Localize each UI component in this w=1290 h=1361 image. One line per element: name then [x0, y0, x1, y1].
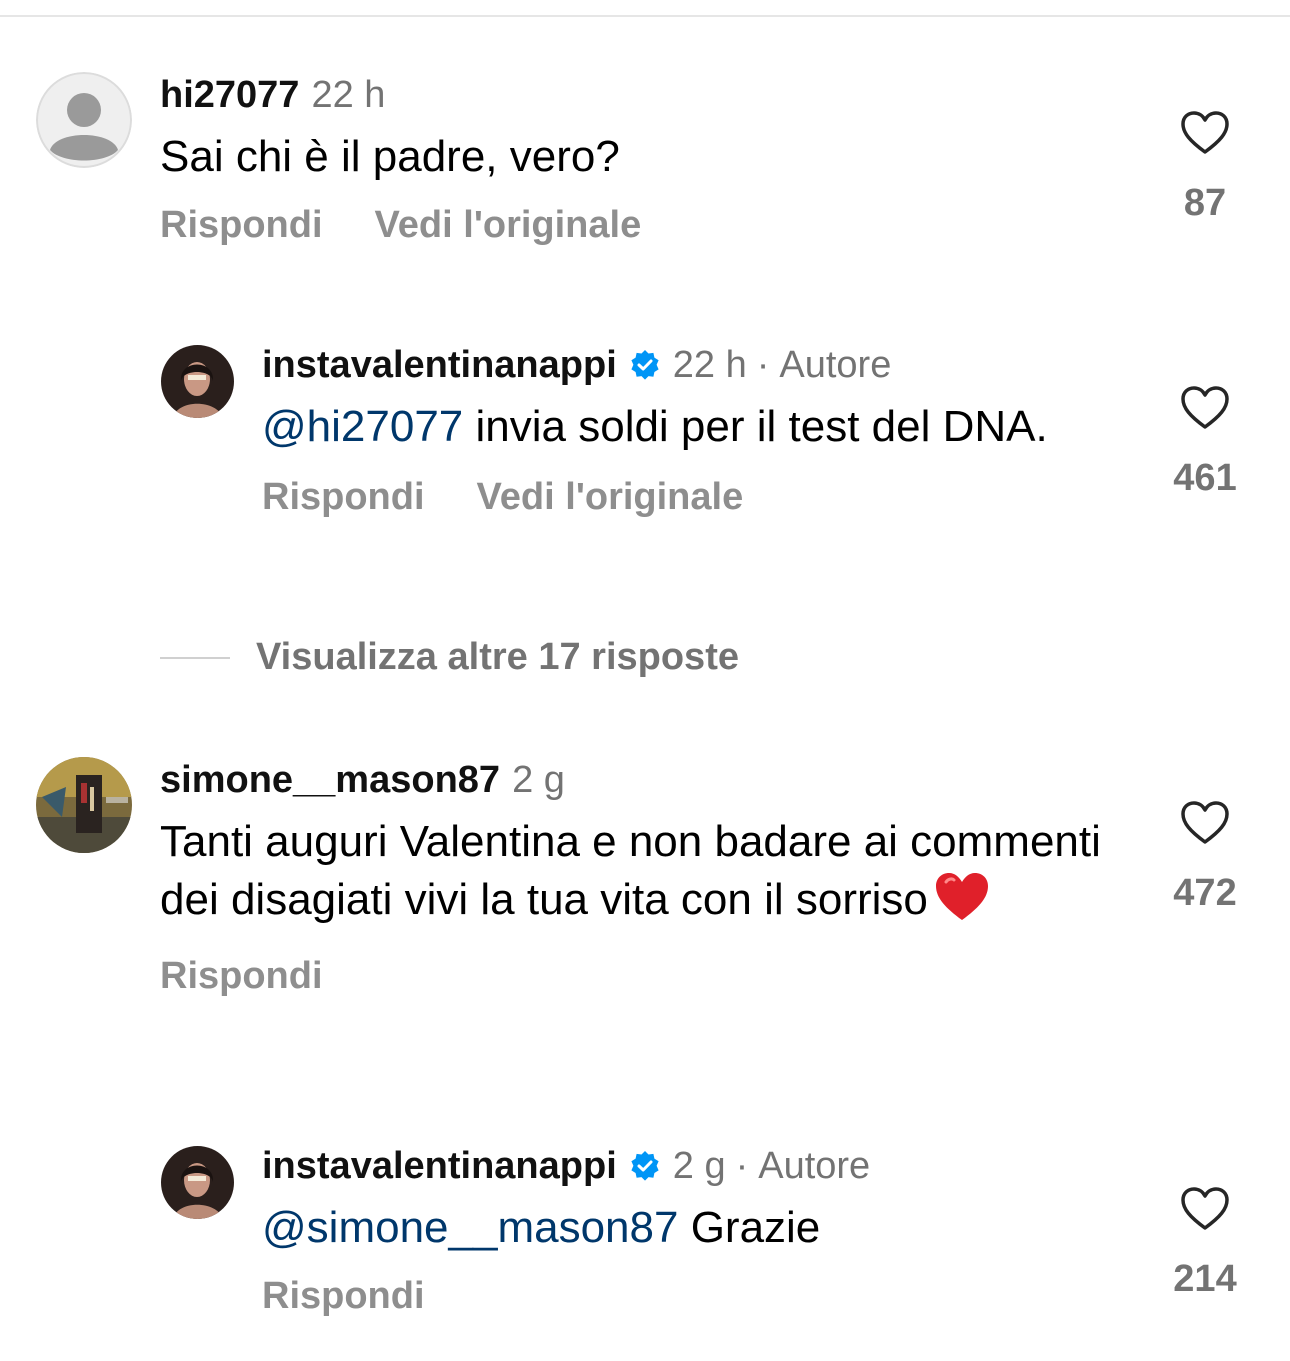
like-button[interactable]: 461: [1160, 385, 1250, 500]
avatar-simone-mason87[interactable]: [36, 757, 132, 853]
like-count: 87: [1183, 182, 1227, 224]
profile-photo: [161, 345, 234, 418]
like-count: 461: [1173, 457, 1237, 499]
like-button[interactable]: 472: [1160, 800, 1250, 915]
mention-link[interactable]: @simone__mason87: [262, 1203, 678, 1252]
avatar-instavalentinanappi[interactable]: [161, 345, 234, 418]
verified-badge-icon: [629, 349, 661, 381]
comment-username[interactable]: instavalentinanappi: [262, 1141, 617, 1191]
default-user-icon: [36, 72, 132, 168]
red-heart-emoji: [934, 872, 990, 922]
comment-username[interactable]: simone__mason87: [160, 755, 500, 805]
top-divider: [0, 15, 1290, 17]
comment-text: Sai chi è il padre, vero?: [160, 132, 620, 181]
comment-text: @hi27077 invia soldi per il test del DNA…: [262, 398, 1052, 456]
view-more-replies-button[interactable]: Visualizza altre 17 risposte: [160, 636, 739, 679]
author-badge: Autore: [779, 344, 892, 386]
view-more-line: [160, 656, 230, 659]
reply-button[interactable]: Rispondi: [160, 955, 323, 998]
profile-photo: [36, 757, 132, 853]
heart-outline-icon[interactable]: [1180, 110, 1230, 156]
reply-button[interactable]: Rispondi: [262, 476, 425, 519]
verified-badge-icon: [629, 1150, 661, 1182]
like-button[interactable]: 214: [1160, 1186, 1250, 1301]
comment-text-body: Grazie: [690, 1203, 821, 1252]
reply-button[interactable]: Rispondi: [262, 1275, 425, 1318]
reply-button[interactable]: Rispondi: [160, 204, 323, 247]
like-button[interactable]: 87: [1160, 110, 1250, 225]
comment-text: @simone__mason87 Grazie: [262, 1199, 870, 1257]
like-count: 472: [1173, 872, 1237, 914]
mention-link[interactable]: @hi27077: [262, 402, 463, 451]
author-badge: Autore: [758, 1145, 871, 1187]
like-count: 214: [1173, 1258, 1237, 1300]
separator-dot: ·: [756, 344, 770, 386]
comment-time: 2 g: [512, 759, 565, 801]
separator-dot: ·: [735, 1145, 749, 1187]
profile-photo: [161, 1146, 234, 1219]
comment-text-body: invia soldi per il test del DNA.: [475, 402, 1048, 451]
see-original-button[interactable]: Vedi l'originale: [477, 476, 744, 519]
comment-time: 22 h: [311, 74, 386, 116]
comment-text: Tanti auguri Valentina e non badare ai c…: [160, 813, 1110, 929]
see-original-button[interactable]: Vedi l'originale: [375, 204, 642, 247]
avatar-instavalentinanappi[interactable]: [161, 1146, 234, 1219]
comment-username[interactable]: hi27077: [160, 70, 299, 120]
avatar-default[interactable]: [36, 72, 132, 168]
comment-time: 22 h: [672, 344, 747, 386]
heart-outline-icon[interactable]: [1180, 385, 1230, 431]
heart-outline-icon[interactable]: [1180, 800, 1230, 846]
comment-username[interactable]: instavalentinanappi: [262, 340, 617, 390]
view-more-label[interactable]: Visualizza altre 17 risposte: [256, 636, 739, 679]
heart-outline-icon[interactable]: [1180, 1186, 1230, 1232]
comment-time: 2 g: [672, 1145, 726, 1187]
